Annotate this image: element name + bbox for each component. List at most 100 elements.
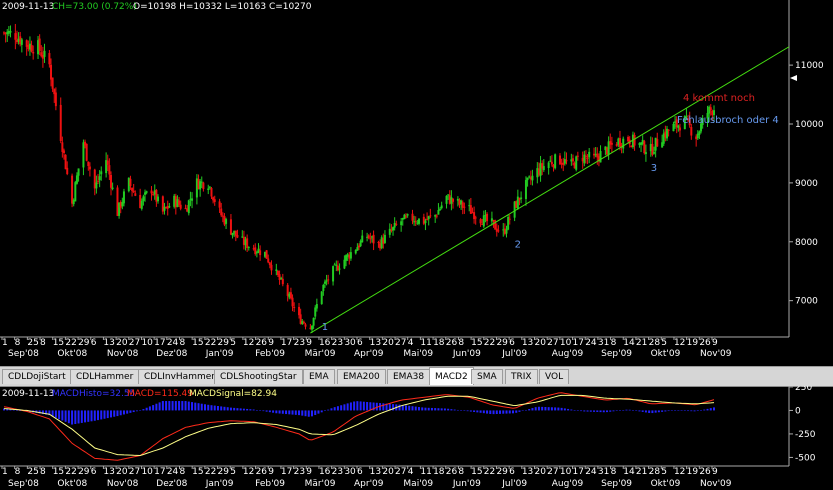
macd-hist-bar	[191, 402, 194, 411]
tab-ema38[interactable]: EMA38	[387, 369, 431, 384]
candle-body	[132, 190, 135, 193]
price-y-tick-label: 7000	[795, 297, 818, 307]
x-day-label: 13	[103, 467, 114, 477]
candle-body	[98, 176, 101, 181]
x-day-label: 10	[141, 467, 153, 477]
x-day-label: 31	[598, 467, 609, 477]
tab-cdlshootingstar[interactable]: CDLShootingStar	[214, 369, 303, 384]
candle-body	[356, 247, 359, 251]
macd-y-tick-label: 0	[795, 406, 801, 416]
x-month-label: Jul'09	[501, 479, 527, 489]
x-month-label: Apr'09	[354, 349, 384, 359]
tab-vol[interactable]: VOL	[539, 369, 570, 384]
x-day-label: 26	[256, 467, 268, 477]
x-day-label: 13	[370, 338, 381, 348]
tab-macd2[interactable]: MACD2	[429, 367, 474, 385]
x-month-label: Jun'09	[452, 479, 481, 489]
candle-body	[497, 230, 500, 232]
candle-body	[424, 220, 427, 224]
x-month-label: Nov'09	[700, 479, 732, 489]
macd-hist-bar	[216, 406, 219, 411]
candle-body	[100, 171, 103, 175]
candle-body	[482, 215, 485, 227]
macd-hist-bar	[648, 410, 651, 413]
note-fehlausbruch: Fehlausbroch oder 4	[677, 115, 779, 126]
macd-hist-bar	[184, 401, 187, 411]
candle-body	[369, 238, 372, 240]
macd-hist-bar	[625, 409, 628, 411]
macd-hist-bar	[628, 409, 631, 411]
x-day-label: 8	[180, 467, 186, 477]
x-day-label: 25	[27, 467, 38, 477]
candle-body	[213, 199, 216, 203]
x-day-label: 15	[471, 338, 482, 348]
x-day-label: 11	[420, 338, 431, 348]
macd-hist-bar	[674, 410, 677, 411]
candle-body	[88, 166, 91, 170]
candle-body	[108, 165, 111, 175]
macd-hist-bar	[298, 410, 301, 416]
macd-hist-bar	[447, 408, 450, 411]
macd-chart[interactable]: 2500-250-500 2009-11-13 MACDHisto=32.55 …	[0, 386, 833, 490]
macd-hist-bar	[116, 410, 119, 417]
macd-hist-bar	[71, 410, 74, 425]
candle-body	[85, 143, 88, 161]
tab-ema[interactable]: EMA	[303, 369, 335, 384]
macd-hist-bar	[135, 410, 138, 412]
candle-body	[542, 166, 545, 171]
macd-hist-bar	[557, 407, 560, 411]
tab-ema200[interactable]: EMA200	[337, 369, 386, 384]
x-month-label: Sep'09	[601, 479, 632, 489]
candle-body	[312, 317, 315, 326]
macd-hist-bar	[473, 410, 476, 412]
candle-body	[291, 297, 294, 307]
x-day-label: 21	[636, 467, 647, 477]
x-month-label: Feb'09	[255, 479, 285, 489]
tab-sma[interactable]: SMA	[471, 369, 503, 384]
macd-hist-bar	[281, 410, 284, 414]
price-chart[interactable]: 7000 8000 9000 10000 11000 1 2 3 4 kommt noc…	[0, 0, 833, 360]
macd-hist-bar	[15, 410, 18, 411]
x-day-label: 26	[699, 467, 711, 477]
x-day-label: 27	[129, 467, 140, 477]
x-month-label: Mai'09	[403, 479, 433, 489]
candle-body	[335, 264, 338, 266]
macd-hist-bar	[547, 407, 550, 411]
macd-hist-bar	[90, 410, 93, 422]
candle-body	[643, 141, 646, 154]
candle-body	[599, 151, 602, 163]
candle-body	[82, 142, 85, 168]
x-day-label: 4	[408, 467, 414, 477]
macd-hist-bar	[268, 410, 271, 413]
macd-hist-bar	[340, 405, 343, 411]
tab-cdlinvhammer[interactable]: CDLInvHammer	[138, 369, 221, 384]
macd-hist-bar	[291, 410, 294, 415]
macd-y-tick-label: -250	[795, 430, 816, 440]
macd-hist-bar	[573, 410, 576, 411]
tab-trix[interactable]: TRIX	[505, 369, 538, 384]
candle-body	[437, 210, 440, 215]
candle-body	[526, 177, 529, 181]
x-day-label: 27	[547, 467, 558, 477]
macd-hist-bar	[249, 409, 252, 411]
x-day-label: 15	[192, 338, 203, 348]
x-day-label: 26	[446, 467, 458, 477]
candle-body	[486, 213, 489, 222]
x-month-label: Okt'09	[651, 349, 681, 359]
x-day-label: 13	[370, 467, 381, 477]
macd-info-date: 2009-11-13	[2, 389, 54, 399]
candle-body	[9, 30, 12, 33]
candle-body	[14, 33, 17, 40]
macd-hist-bar	[275, 410, 278, 414]
candle-body	[709, 107, 712, 111]
label-point-3: 3	[651, 163, 657, 174]
candle-body	[168, 206, 171, 208]
macd-hist-bar	[178, 401, 181, 411]
x-day-label: 17	[573, 338, 584, 348]
macd-hist-bar	[583, 410, 586, 412]
macd-hist-bar	[353, 401, 356, 411]
tab-cdldojistart[interactable]: CDLDojiStart	[2, 369, 72, 384]
x-day-label: 29	[218, 467, 230, 477]
x-month-label: Okt'08	[57, 479, 87, 489]
tab-cdlhammer[interactable]: CDLHammer	[70, 369, 140, 384]
